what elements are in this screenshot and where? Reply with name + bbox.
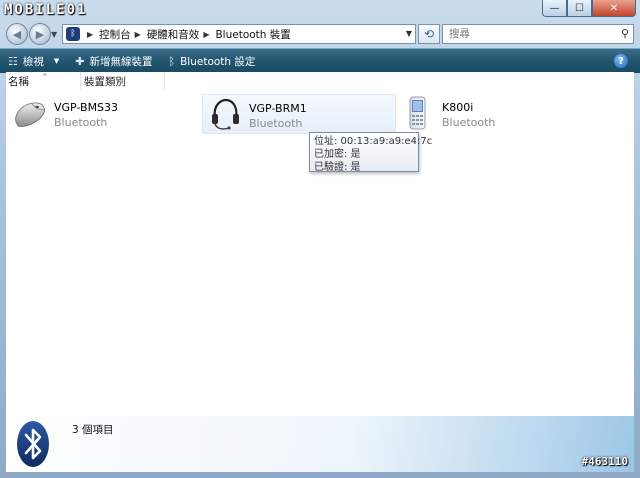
view-label: 檢視 (22, 55, 44, 68)
forward-button[interactable]: ▶ (29, 23, 51, 45)
column-type-label: 裝置類別 (84, 75, 126, 88)
window-controls: — ☐ ✕ (542, 0, 636, 17)
breadcrumb-chevron-icon[interactable]: ▶ (203, 30, 209, 39)
column-name-label: 名稱 (8, 75, 29, 88)
search-box: ⚲ (442, 24, 634, 44)
list-item[interactable]: K800i Bluetooth (396, 94, 586, 132)
list-item[interactable]: VGP-BRM1 Bluetooth (202, 94, 396, 134)
tooltip-authenticated: 已驗證: 是 (314, 162, 361, 173)
chevron-down-icon: ▼ (53, 57, 60, 65)
device-name: VGP-BMS33 (54, 101, 119, 114)
mouse-icon (15, 102, 45, 127)
breadcrumb: ▶ 控制台 ▶ 硬體和音效 ▶ Bluetooth 裝置 (83, 27, 291, 42)
recent-pages-dropdown[interactable]: ▼ (51, 30, 57, 39)
address-bar[interactable]: ᛒ ▶ 控制台 ▶ 硬體和音效 ▶ Bluetooth 裝置 ▼ (62, 24, 416, 44)
item-count: 3 個項目 (72, 424, 114, 436)
headset-icon (212, 98, 239, 130)
list-item[interactable]: VGP-BMS33 Bluetooth (8, 94, 198, 132)
device-name: K800i (442, 101, 474, 114)
help-button[interactable]: ? (614, 54, 628, 68)
back-button[interactable]: ◀ (6, 23, 28, 45)
device-type: Bluetooth (249, 117, 303, 130)
maximize-button[interactable]: ☐ (567, 0, 592, 17)
maximize-icon: ☐ (575, 2, 584, 14)
sort-ascending-icon: ^ (42, 73, 48, 81)
command-bar: ☷ 檢視 ▼ ✚ 新增無線裝置 ᛒ Bluetooth 設定 ? (0, 48, 640, 73)
refresh-button[interactable]: ⟲ (418, 24, 440, 44)
breadcrumb-chevron-icon[interactable]: ▶ (135, 30, 141, 39)
details-pane: 3 個項目 #463110 (6, 416, 634, 472)
view-button[interactable]: ☷ 檢視 ▼ (0, 49, 67, 73)
minimize-button[interactable]: — (542, 0, 567, 17)
breadcrumb-item-bluetooth-devices[interactable]: Bluetooth 裝置 (215, 27, 290, 42)
device-name: VGP-BRM1 (249, 102, 307, 115)
device-type: Bluetooth (54, 116, 108, 129)
tooltip-address: 位址: 00:13:a9:a9:e4:7c (314, 136, 433, 147)
watermark-logo: MOBILE01 (4, 2, 88, 18)
view-icon: ☷ (8, 54, 18, 68)
breadcrumb-item-control-panel[interactable]: 控制台 (99, 27, 131, 42)
device-tooltip: 位址: 00:13:a9:a9:e4:7c 已加密: 是 已驗證: 是 (309, 132, 433, 173)
phone-icon (409, 96, 426, 130)
add-wireless-device-button[interactable]: ✚ 新增無線裝置 (67, 49, 160, 73)
breadcrumb-chevron-icon[interactable]: ▶ (87, 30, 93, 39)
title-bar: MOBILE01 — ☐ ✕ (0, 0, 640, 22)
close-button[interactable]: ✕ (592, 0, 636, 17)
explorer-window: MOBILE01 — ☐ ✕ ◀ ▶ ▼ ᛒ ▶ 控制台 ▶ 硬體和音效 ▶ B… (0, 0, 640, 478)
add-device-label: 新增無線裝置 (89, 55, 153, 68)
search-icon[interactable]: ⚲ (621, 27, 629, 40)
refresh-icon: ⟲ (423, 27, 435, 41)
device-type: Bluetooth (442, 116, 496, 129)
bluetooth-logo-icon (17, 421, 49, 467)
search-input[interactable] (447, 25, 611, 43)
help-icon: ? (618, 55, 624, 67)
device-list: VGP-BMS33 Bluetooth VGP-BRM1 Bluetooth K… (6, 90, 634, 416)
column-header-device-type[interactable]: 裝置類別 (82, 72, 165, 90)
navigation-bar: ◀ ▶ ▼ ᛒ ▶ 控制台 ▶ 硬體和音效 ▶ Bluetooth 裝置 ▼ ⟲… (0, 22, 640, 46)
back-arrow-icon: ◀ (12, 27, 22, 41)
column-header-name[interactable]: 名稱 ^ (8, 72, 81, 90)
watermark-post-id: #463110 (581, 455, 628, 468)
close-icon: ✕ (609, 2, 619, 14)
column-header-row: 名稱 ^ 裝置類別 (6, 72, 634, 91)
bluetooth-icon: ᛒ (66, 27, 80, 41)
forward-arrow-icon: ▶ (35, 27, 45, 41)
add-device-icon: ✚ (75, 54, 85, 68)
bluetooth-icon: ᛒ (168, 54, 176, 68)
bluetooth-settings-button[interactable]: ᛒ Bluetooth 設定 (160, 49, 263, 73)
breadcrumb-item-hardware-sound[interactable]: 硬體和音效 (147, 27, 200, 42)
bluetooth-settings-label: Bluetooth 設定 (180, 55, 256, 68)
address-dropdown-icon[interactable]: ▼ (406, 29, 412, 38)
minimize-icon: — (549, 2, 560, 14)
tooltip-encrypted: 已加密: 是 (314, 149, 361, 160)
